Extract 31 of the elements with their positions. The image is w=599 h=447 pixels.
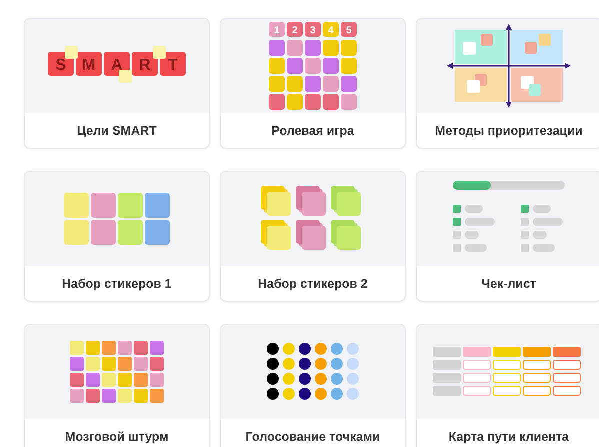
letter-tile: S <box>48 52 74 76</box>
number-tile: 3 <box>305 22 321 37</box>
number-tile: 1 <box>269 22 285 37</box>
letter-tile: M <box>76 52 102 76</box>
card-title: Голосование точками <box>246 430 380 444</box>
card-title: Набор стикеров 1 <box>62 276 172 290</box>
card-title: Чек-лист <box>482 276 536 290</box>
card-title: Мозговой штурм <box>65 430 169 444</box>
template-card[interactable]: Карта пути клиента <box>416 324 599 447</box>
card-title: Методы приоритезации <box>435 124 583 138</box>
card-title: Ролевая игра <box>272 124 354 138</box>
letter-tile: T <box>160 52 186 76</box>
sticky-note <box>119 70 132 83</box>
template-card[interactable]: Мозговой штурм <box>24 324 210 447</box>
number-tile: 5 <box>341 22 357 37</box>
letter-tile: R <box>132 52 158 76</box>
letter-tile: A <box>104 52 130 76</box>
card-title: Карта пути клиента <box>448 430 570 444</box>
sticky-note <box>65 46 78 59</box>
template-card[interactable]: S M A R T Цели SMART <box>24 18 210 149</box>
template-card[interactable]: 1 2 3 4 5 Ролевая игра <box>220 18 406 149</box>
number-tile: 2 <box>287 22 303 37</box>
sticky-note <box>153 46 166 59</box>
template-card[interactable]: Чек-лист <box>416 171 599 302</box>
template-card[interactable]: Набор стикеров 2 <box>220 171 406 302</box>
number-tile: 4 <box>323 22 339 37</box>
template-card[interactable]: Голосование точками <box>220 324 406 447</box>
card-title: Цели SMART <box>77 124 157 138</box>
card-title: Набор стикеров 2 <box>258 276 368 290</box>
template-card[interactable]: Методы приоритезации <box>416 18 599 149</box>
template-card[interactable]: Набор стикеров 1 <box>24 171 210 302</box>
